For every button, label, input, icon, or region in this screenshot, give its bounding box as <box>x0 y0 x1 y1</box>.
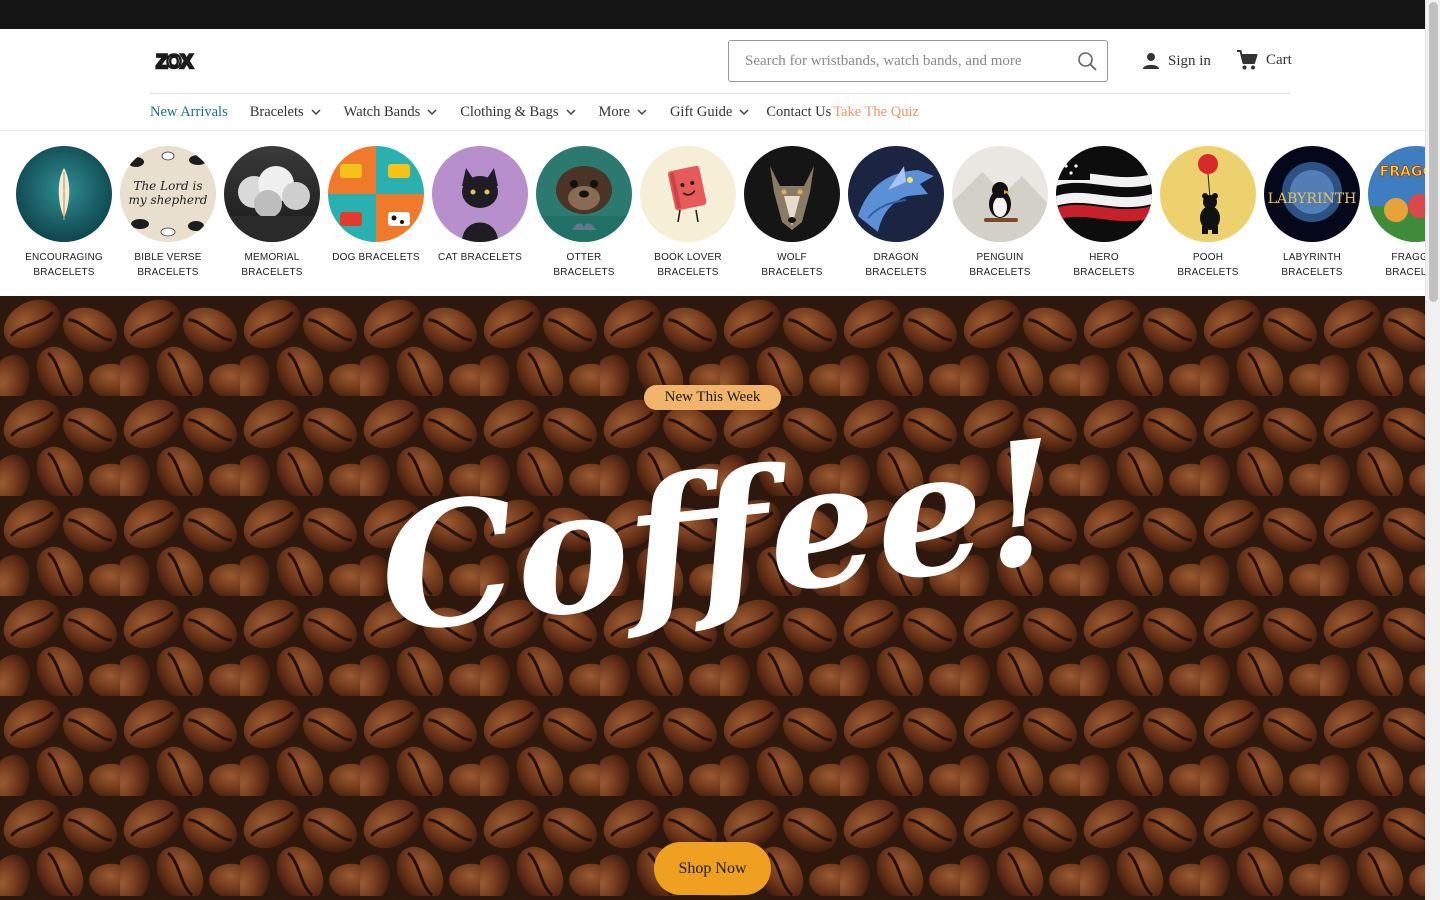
person-icon <box>1143 53 1159 69</box>
nav-bracelets-label: Bracelets <box>249 103 304 120</box>
category-label: HERO BRACELETS <box>1073 252 1135 278</box>
chevron-down-icon <box>566 109 576 116</box>
category-hero-bracelets[interactable]: HERO BRACELETS <box>1052 146 1156 280</box>
nav-new-arrivals-label: New Arrivals <box>150 103 228 120</box>
chevron-down-icon <box>739 109 749 116</box>
nav-clothing-bags[interactable]: Clothing & Bags <box>460 104 576 121</box>
nav-more[interactable]: More <box>599 104 648 121</box>
nav-bracelets[interactable]: Bracelets <box>250 104 322 121</box>
category-label: BIBLE VERSE BRACELETS <box>134 252 202 278</box>
top-announcement-bar <box>0 0 1425 29</box>
svg-text:FRAGGLE: FRAGGLE <box>1380 164 1425 180</box>
clouds-thumbnail <box>224 146 320 242</box>
sign-in-link[interactable]: Sign in <box>1142 49 1211 73</box>
flag-thumbnail <box>1056 146 1152 242</box>
svg-text:ZOX: ZOX <box>156 52 193 72</box>
category-cat-bracelets[interactable]: CAT BRACELETS <box>428 146 532 265</box>
category-label: MEMORIAL BRACELETS <box>241 252 303 278</box>
nav-watch-bands[interactable]: Watch Bands <box>344 104 439 121</box>
page: ZOX Sign in Cart <box>0 0 1425 900</box>
nav-take-the-quiz[interactable]: Take The Quiz <box>833 104 919 121</box>
category-label: LABYRINTH BRACELETS <box>1281 252 1343 278</box>
chevron-down-icon <box>427 109 437 116</box>
nav-more-label: More <box>598 103 630 120</box>
shop-now-button[interactable]: Shop Now <box>654 842 771 895</box>
category-label: WOLF BRACELETS <box>761 252 823 278</box>
main-nav: New Arrivals Bracelets Watch Bands Cloth… <box>150 100 941 124</box>
category-dragon-bracelets[interactable]: DRAGON BRACELETS <box>844 146 948 280</box>
zox-logo[interactable]: ZOX <box>150 50 198 72</box>
svg-text:The Lord is: The Lord is <box>133 179 202 193</box>
penguin-thumbnail <box>952 146 1048 242</box>
nav-gift-guide-label: Gift Guide <box>669 103 733 120</box>
category-labyrinth-bracelets[interactable]: LABYRINTH LABYRINTH BRACELETS <box>1260 146 1364 280</box>
search-box <box>728 40 1108 82</box>
chevron-down-icon <box>637 109 647 116</box>
feather-thumbnail <box>16 146 112 242</box>
dogs-thumbnail <box>328 146 424 242</box>
new-this-week-badge: New This Week <box>644 385 781 410</box>
cart-icon <box>1237 50 1258 70</box>
scrollbar-thumb[interactable] <box>1429 2 1438 302</box>
category-memorial-bracelets[interactable]: MEMORIAL BRACELETS <box>220 146 324 280</box>
category-label: CAT BRACELETS <box>438 252 522 263</box>
nav-take-the-quiz-label: Take The Quiz <box>833 103 919 120</box>
category-pooh-bracelets[interactable]: POOH BRACELETS <box>1156 146 1260 280</box>
category-label: BOOK LOVER BRACELETS <box>654 252 722 278</box>
category-label: FRAGGLE BRACELETS <box>1385 252 1425 278</box>
sheep-pattern-thumbnail: The Lord is my shepherd <box>120 146 216 242</box>
category-label: OTTER BRACELETS <box>553 252 615 278</box>
otter-thumbnail <box>536 146 632 242</box>
category-bible-verse-bracelets[interactable]: The Lord is my shepherd BIBLE VERSE BRAC… <box>116 146 220 280</box>
category-wolf-bracelets[interactable]: WOLF BRACELETS <box>740 146 844 280</box>
category-label: PENGUIN BRACELETS <box>969 252 1031 278</box>
svg-text:LABYRINTH: LABYRINTH <box>1268 191 1357 207</box>
cat-thumbnail <box>432 146 528 242</box>
category-otter-bracelets[interactable]: OTTER BRACELETS <box>532 146 636 280</box>
category-label: DOG BRACELETS <box>332 252 420 263</box>
chevron-down-icon <box>311 109 321 116</box>
category-penguin-bracelets[interactable]: PENGUIN BRACELETS <box>948 146 1052 280</box>
category-carousel: ENCOURAGING BRACELETS The Lord is my she… <box>0 130 1425 296</box>
category-label: ENCOURAGING BRACELETS <box>25 252 103 278</box>
sign-in-label: Sign in <box>1168 52 1211 69</box>
category-book-lover-bracelets[interactable]: BOOK LOVER BRACELETS <box>636 146 740 280</box>
hero-banner: New This Week Coffee! Shop Now <box>0 296 1425 900</box>
category-label: POOH BRACELETS <box>1177 252 1239 278</box>
cart-link[interactable]: Cart <box>1236 48 1292 72</box>
nav-contact-us[interactable]: Contact Us <box>766 104 831 121</box>
svg-text:my shepherd: my shepherd <box>129 193 208 207</box>
hero-title: Coffee! <box>380 426 1060 656</box>
search-input[interactable] <box>729 41 1069 81</box>
category-encouraging-bracelets[interactable]: ENCOURAGING BRACELETS <box>12 146 116 280</box>
wolf-thumbnail <box>744 146 840 242</box>
cart-label: Cart <box>1266 51 1292 68</box>
bear-balloon-thumbnail <box>1160 146 1256 242</box>
book-character-thumbnail <box>640 146 736 242</box>
site-header: ZOX Sign in Cart <box>0 29 1425 93</box>
nav-new-arrivals[interactable]: New Arrivals <box>150 104 228 121</box>
fraggle-thumbnail: FRAGGLE <box>1368 146 1425 242</box>
category-fraggle-bracelets[interactable]: FRAGGLE FRAGGLE BRACELETS <box>1364 146 1425 280</box>
nav-clothing-bags-label: Clothing & Bags <box>460 103 559 120</box>
labyrinth-thumbnail: LABYRINTH <box>1264 146 1360 242</box>
nav-gift-guide[interactable]: Gift Guide <box>670 104 750 121</box>
page-scrollbar[interactable] <box>1425 0 1440 900</box>
svg-text:Coffee!: Coffee! <box>380 426 1060 656</box>
search-icon[interactable] <box>1077 51 1097 71</box>
category-dog-bracelets[interactable]: DOG BRACELETS <box>324 146 428 265</box>
nav-contact-us-label: Contact Us <box>766 103 832 120</box>
nav-watch-bands-label: Watch Bands <box>343 103 421 120</box>
category-label: DRAGON BRACELETS <box>865 252 927 278</box>
dragon-thumbnail <box>848 146 944 242</box>
header-divider <box>150 93 1290 94</box>
